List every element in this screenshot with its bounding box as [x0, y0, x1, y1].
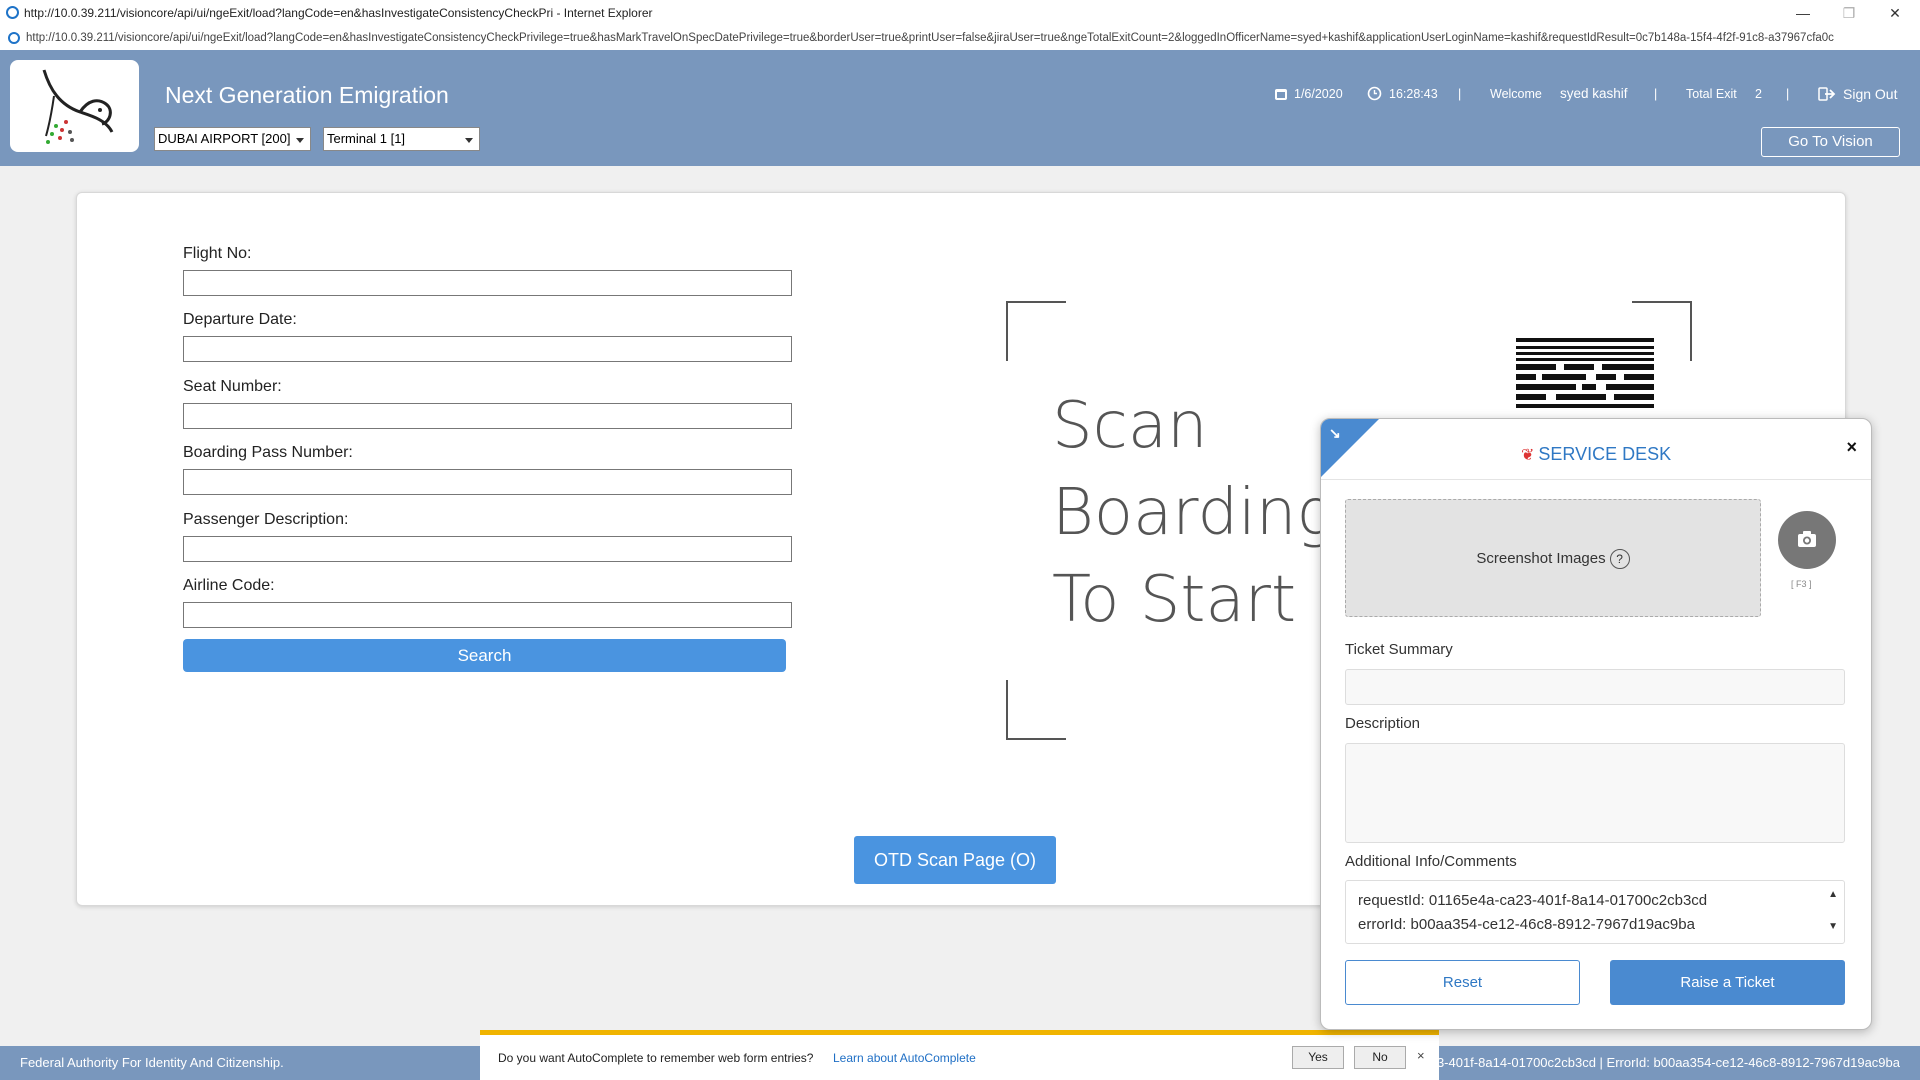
close-icon[interactable]: × — [1846, 437, 1857, 458]
seat-number-input[interactable] — [183, 403, 792, 429]
total-exit-label: Total Exit — [1686, 87, 1737, 101]
autocomplete-yes-button[interactable]: Yes — [1292, 1046, 1344, 1069]
autocomplete-message: Do you want AutoComplete to remember web… — [498, 1051, 814, 1065]
airport-select[interactable]: DUBAI AIRPORT [200] — [154, 127, 311, 151]
close-icon[interactable]: × — [1417, 1048, 1425, 1063]
airline-code-label: Airline Code: — [183, 577, 275, 594]
service-desk-logo-icon: ❦ — [1521, 447, 1535, 464]
terminal-select[interactable]: Terminal 1 [1] — [323, 127, 480, 151]
departure-date-input[interactable] — [183, 336, 792, 362]
learn-autocomplete-link[interactable]: Learn about AutoComplete — [833, 1051, 976, 1065]
address-url[interactable]: http://10.0.39.211/visioncore/api/ui/nge… — [26, 26, 1916, 50]
comment-line: requestId: 01165e4a-ca23-401f-8a14-01700… — [1358, 892, 1708, 909]
comment-line: errorId: b00aa354-ce12-46c8-8912-7967d19… — [1358, 916, 1695, 933]
flight-no-label: Flight No: — [183, 245, 252, 262]
otd-scan-page-button[interactable]: OTD Scan Page (O) — [854, 836, 1056, 884]
page-icon — [8, 32, 20, 44]
scrollbar[interactable]: ▲ ▼ — [1828, 887, 1838, 935]
departure-date-label: Departure Date: — [183, 311, 297, 328]
chevron-down-icon — [296, 138, 304, 143]
service-desk-header: ↘ ❦ SERVICE DESK × — [1321, 419, 1871, 480]
screenshot-label: Screenshot Images — [1476, 550, 1606, 567]
separator: | — [1458, 87, 1462, 101]
seat-number-label: Seat Number: — [183, 378, 282, 395]
minimize-button[interactable]: — — [1780, 0, 1826, 26]
calendar-icon — [1274, 87, 1288, 104]
passenger-description-input[interactable] — [183, 536, 792, 562]
sign-out-icon[interactable] — [1818, 86, 1836, 105]
service-desk-panel: ↘ ❦ SERVICE DESK × Screenshot Images? [ F… — [1320, 418, 1872, 1030]
chevron-down-icon — [465, 138, 473, 143]
ticket-summary-input[interactable] — [1345, 669, 1845, 705]
scan-frame-corner — [1006, 680, 1066, 740]
reset-button[interactable]: Reset — [1345, 960, 1580, 1005]
total-exit-count: 2 — [1755, 87, 1762, 101]
internet-explorer-icon — [6, 6, 19, 19]
minimize-arrow-icon[interactable]: ↘ — [1329, 425, 1341, 442]
clock-icon — [1367, 86, 1382, 104]
raise-ticket-button[interactable]: Raise a Ticket — [1610, 960, 1845, 1005]
terminal-select-value: Terminal 1 [1] — [327, 131, 406, 146]
current-date: 1/6/2020 — [1294, 87, 1343, 101]
go-to-vision-button[interactable]: Go To Vision — [1761, 127, 1900, 157]
footer-request-info: 3-401f-8a14-01700c2cb3cd | ErrorId: b00a… — [1436, 1055, 1900, 1070]
app-title: Next Generation Emigration — [165, 82, 449, 108]
airport-select-value: DUBAI AIRPORT [200] — [158, 131, 291, 146]
flight-no-input[interactable] — [183, 270, 792, 296]
description-label: Description — [1345, 715, 1421, 732]
separator: | — [1654, 87, 1658, 101]
window-title: http://10.0.39.211/visioncore/api/ui/nge… — [24, 6, 653, 20]
address-bar[interactable]: http://10.0.39.211/visioncore/api/ui/nge… — [0, 26, 1920, 51]
description-textarea[interactable] — [1345, 743, 1845, 843]
user-name: syed kashif — [1560, 86, 1628, 101]
current-time: 16:28:43 — [1389, 87, 1438, 101]
camera-button[interactable] — [1778, 511, 1836, 569]
boarding-pass-label: Boarding Pass Number: — [183, 444, 353, 461]
help-icon[interactable]: ? — [1609, 549, 1630, 570]
autocomplete-no-button[interactable]: No — [1354, 1046, 1406, 1069]
autocomplete-notification: Do you want AutoComplete to remember web… — [480, 1030, 1439, 1080]
separator: | — [1786, 87, 1790, 101]
service-desk-title-text: SERVICE DESK — [1538, 444, 1672, 464]
passenger-description-label: Passenger Description: — [183, 511, 349, 528]
scan-frame-corner — [1006, 301, 1066, 361]
additional-info-textarea[interactable]: requestId: 01165e4a-ca23-401f-8a14-01700… — [1345, 880, 1845, 944]
welcome-label: Welcome — [1490, 87, 1542, 101]
search-button[interactable]: Search — [183, 639, 786, 672]
camera-icon — [1798, 531, 1816, 547]
airline-code-input[interactable] — [183, 602, 792, 628]
ticket-summary-label: Ticket Summary — [1345, 641, 1453, 658]
service-desk-title: ❦ SERVICE DESK — [1521, 444, 1671, 465]
screenshot-drop-zone[interactable]: Screenshot Images? — [1345, 499, 1761, 617]
restore-button[interactable]: ❐ — [1826, 0, 1872, 26]
footer-organization: Federal Authority For Identity And Citiz… — [20, 1055, 284, 1070]
app-header: Next Generation Emigration DUBAI AIRPORT… — [0, 50, 1920, 166]
sign-out-link[interactable]: Sign Out — [1843, 86, 1897, 102]
additional-info-label: Additional Info/Comments — [1345, 853, 1517, 870]
browser-title-bar: http://10.0.39.211/visioncore/api/ui/nge… — [0, 0, 1920, 27]
falcon-logo — [10, 60, 139, 152]
close-window-button[interactable]: ✕ — [1872, 0, 1918, 26]
boarding-pass-input[interactable] — [183, 469, 792, 495]
camera-shortcut-hint: [ F3 ] — [1791, 579, 1812, 589]
